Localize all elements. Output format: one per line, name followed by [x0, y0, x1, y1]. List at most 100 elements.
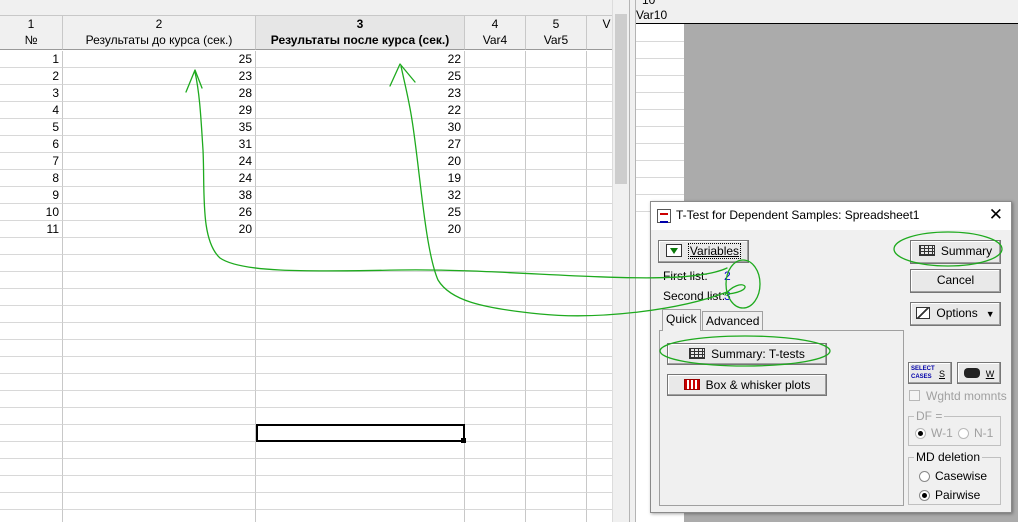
table-cell[interactable]: [587, 187, 612, 204]
table-cell[interactable]: [256, 510, 465, 522]
table-cell[interactable]: [587, 221, 612, 238]
table-cell[interactable]: [465, 238, 526, 255]
table-cell[interactable]: [587, 425, 612, 442]
column-header-4[interactable]: 4 Var4: [465, 16, 526, 50]
table-cell[interactable]: 24: [63, 170, 256, 187]
table-cell[interactable]: [63, 238, 256, 255]
table-cell[interactable]: [526, 476, 587, 493]
tab-advanced[interactable]: Advanced: [702, 311, 764, 330]
row-header[interactable]: 1: [0, 51, 63, 68]
column-header-1[interactable]: 1 №: [0, 16, 63, 50]
table-cell[interactable]: [526, 459, 587, 476]
row-header[interactable]: 7: [0, 153, 63, 170]
table-cell[interactable]: [465, 153, 526, 170]
dialog-titlebar[interactable]: T-Test for Dependent Samples: Spreadshee…: [651, 202, 1011, 230]
table-cell[interactable]: [256, 272, 465, 289]
row-header[interactable]: [0, 408, 63, 425]
table-cell[interactable]: [256, 357, 465, 374]
table-cell[interactable]: [465, 510, 526, 522]
column-header-2[interactable]: 2 Результаты до курса (сек.): [63, 16, 256, 50]
table-cell[interactable]: [465, 493, 526, 510]
table-cell[interactable]: [465, 136, 526, 153]
table-cell[interactable]: [465, 476, 526, 493]
row-header[interactable]: [0, 238, 63, 255]
row-header[interactable]: [0, 323, 63, 340]
row-header[interactable]: [0, 493, 63, 510]
table-cell[interactable]: [256, 476, 465, 493]
row-header[interactable]: [0, 442, 63, 459]
df-option-w1[interactable]: W-1: [915, 426, 953, 440]
table-cell[interactable]: [587, 442, 612, 459]
table-cell[interactable]: [587, 391, 612, 408]
row-header[interactable]: [0, 272, 63, 289]
table-cell[interactable]: 28: [63, 85, 256, 102]
table-cell[interactable]: [587, 340, 612, 357]
table-cell[interactable]: [526, 102, 587, 119]
row-header[interactable]: 6: [0, 136, 63, 153]
scrollbar-thumb[interactable]: [615, 14, 627, 184]
table-cell[interactable]: [587, 510, 612, 522]
table-cell[interactable]: [465, 272, 526, 289]
table-cell[interactable]: [587, 119, 612, 136]
table-cell[interactable]: 22: [256, 102, 465, 119]
table-cell[interactable]: [526, 187, 587, 204]
table-cell[interactable]: [587, 357, 612, 374]
table-cell[interactable]: 25: [256, 68, 465, 85]
row-header[interactable]: [0, 459, 63, 476]
table-cell[interactable]: [587, 255, 612, 272]
table-cell[interactable]: [465, 221, 526, 238]
table-cell[interactable]: 35: [63, 119, 256, 136]
table-cell[interactable]: [526, 374, 587, 391]
row-header[interactable]: [0, 340, 63, 357]
table-cell[interactable]: [465, 442, 526, 459]
table-cell[interactable]: [587, 238, 612, 255]
row-header[interactable]: 5: [0, 119, 63, 136]
md-option-pairwise[interactable]: Pairwise: [919, 488, 980, 502]
table-cell[interactable]: 23: [256, 85, 465, 102]
table-cell[interactable]: [526, 153, 587, 170]
table-cell[interactable]: 20: [256, 153, 465, 170]
row-header[interactable]: [0, 306, 63, 323]
table-cell[interactable]: 29: [63, 102, 256, 119]
table-cell[interactable]: [526, 221, 587, 238]
box-whisker-button[interactable]: Box & whisker plots: [667, 374, 827, 396]
table-cell[interactable]: [465, 306, 526, 323]
md-option-casewise[interactable]: Casewise: [919, 469, 987, 483]
table-cell[interactable]: [526, 323, 587, 340]
tab-quick[interactable]: Quick: [662, 309, 701, 331]
table-cell[interactable]: [526, 204, 587, 221]
table-cell[interactable]: [526, 119, 587, 136]
table-cell[interactable]: [63, 289, 256, 306]
table-cell[interactable]: [63, 442, 256, 459]
table-cell[interactable]: [256, 306, 465, 323]
table-cell[interactable]: 19: [256, 170, 465, 187]
table-cell[interactable]: 31: [63, 136, 256, 153]
table-cell[interactable]: [63, 476, 256, 493]
table-cell[interactable]: [256, 340, 465, 357]
row-header[interactable]: [0, 289, 63, 306]
table-cell[interactable]: [526, 408, 587, 425]
table-cell[interactable]: [256, 408, 465, 425]
pane-splitter[interactable]: [629, 0, 636, 522]
table-cell[interactable]: [587, 323, 612, 340]
table-cell[interactable]: [465, 170, 526, 187]
table-cell[interactable]: [526, 272, 587, 289]
table-cell[interactable]: [587, 136, 612, 153]
table-cell[interactable]: [63, 306, 256, 323]
table-cell[interactable]: [465, 357, 526, 374]
table-cell[interactable]: 32: [256, 187, 465, 204]
table-cell[interactable]: [465, 408, 526, 425]
table-cell[interactable]: [63, 510, 256, 522]
table-cell[interactable]: [256, 459, 465, 476]
table-cell[interactable]: [587, 153, 612, 170]
table-cell[interactable]: [587, 408, 612, 425]
table-cell[interactable]: [63, 493, 256, 510]
summary-button[interactable]: Summary: [910, 240, 1001, 264]
row-header[interactable]: [0, 425, 63, 442]
table-cell[interactable]: [587, 85, 612, 102]
table-cell[interactable]: [465, 102, 526, 119]
table-cell[interactable]: 24: [63, 153, 256, 170]
table-cell[interactable]: [526, 289, 587, 306]
options-button[interactable]: Options ▼: [910, 302, 1001, 326]
table-cell[interactable]: [63, 323, 256, 340]
